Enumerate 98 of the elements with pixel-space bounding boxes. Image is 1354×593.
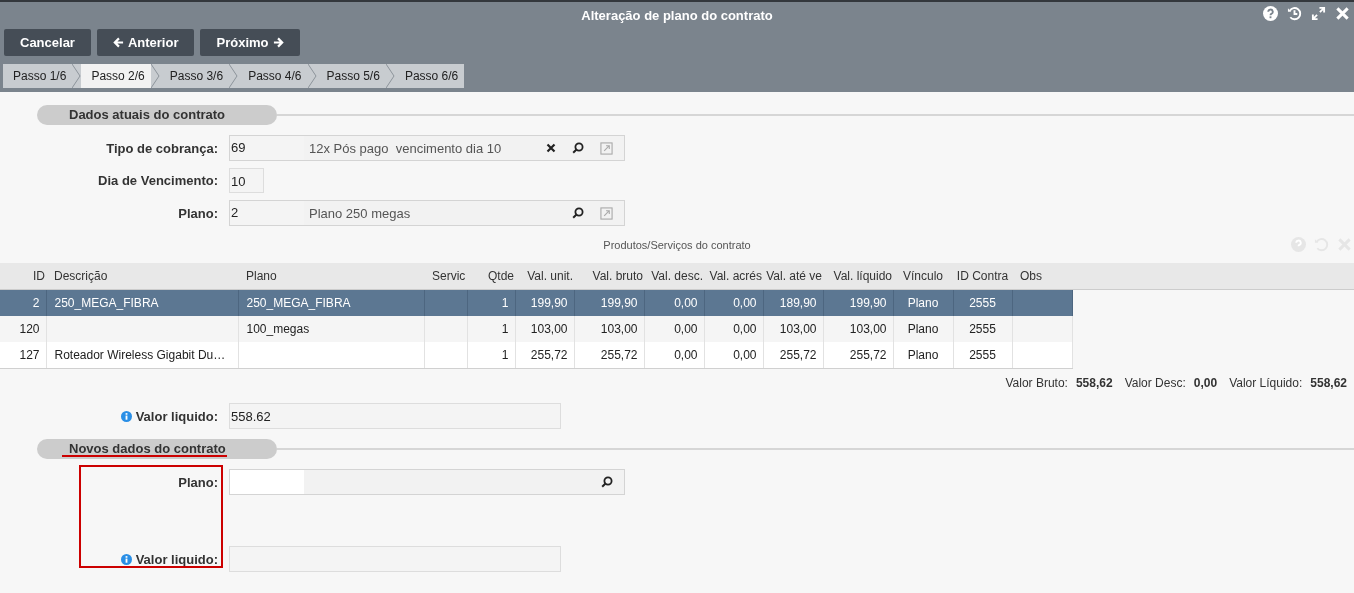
arrow-right-icon — [272, 37, 284, 48]
table-cell: 250_MEGA_FIBRA — [54, 296, 159, 310]
input-field[interactable] — [229, 546, 561, 572]
external-link-icon[interactable] — [600, 206, 613, 220]
table-cell: 1 — [501, 348, 509, 362]
table-cell: 189,90 — [779, 296, 817, 310]
field-label: Tipo de cobrança: — [106, 140, 218, 156]
toolbar-button[interactable]: Próximo — [200, 29, 300, 56]
table-cell: 0,00 — [674, 296, 698, 310]
table-row[interactable]: 120 100_megas 1 103,00 103,00 0,00 0,00 103,00 103,00 Plano 2555 — [0, 316, 1072, 342]
step-tab[interactable]: Passo 4/6 — [238, 64, 308, 88]
expand-icon[interactable] — [1311, 6, 1326, 21]
table-cell: 255,72 — [530, 348, 568, 362]
total-label: Valor Bruto: — [1005, 376, 1068, 392]
lookup-field[interactable]: 2 Plano 250 megas — [229, 200, 625, 226]
table-cell: 2555 — [969, 322, 996, 336]
table-cell: 255,72 — [600, 348, 638, 362]
step-tab[interactable]: Passo 6/6 — [394, 64, 465, 88]
table-cell: 250_MEGA_FIBRA — [246, 296, 351, 310]
table-cell: 103,00 — [530, 322, 568, 336]
table-cell: 0,00 — [733, 322, 757, 336]
arrow-left-icon — [112, 37, 124, 48]
table-cell: 255,72 — [849, 348, 887, 362]
column-header[interactable]: ID Contra — [953, 263, 1012, 290]
table-cell: 0,00 — [733, 348, 757, 362]
step-tab[interactable]: Passo 5/6 — [316, 64, 386, 88]
step-tab[interactable]: Passo 3/6 — [159, 64, 230, 88]
table-cell: 2555 — [969, 348, 996, 362]
external-link-icon[interactable] — [600, 141, 613, 155]
clear-icon[interactable] — [546, 143, 556, 153]
table-cell: 0,00 — [733, 296, 757, 310]
total-value: 558,62 — [1310, 376, 1347, 392]
total-label: Valor Desc: — [1124, 376, 1186, 392]
column-header[interactable]: ID — [0, 263, 46, 290]
search-icon[interactable] — [601, 476, 613, 488]
field-label: Plano: — [178, 474, 218, 490]
table-cell: 2555 — [969, 296, 996, 310]
total-value: 0,00 — [1193, 376, 1218, 392]
chevron-icon — [150, 64, 160, 88]
field-label: Dia de Vencimento: — [98, 173, 218, 188]
table-cell: 0,00 — [674, 348, 698, 362]
code-input[interactable] — [230, 470, 304, 494]
column-header[interactable]: Val. acrés — [704, 263, 763, 290]
table-cell: 199,90 — [600, 296, 638, 310]
description-text: Plano 250 megas — [308, 205, 412, 221]
table-cell: 103,00 — [779, 322, 817, 336]
table-cell: 1 — [501, 322, 509, 336]
field-label: Plano: — [178, 205, 218, 221]
table-cell: 1 — [501, 296, 509, 310]
table-cell: 0,00 — [674, 322, 698, 336]
search-icon[interactable] — [572, 142, 584, 154]
help-icon[interactable] — [1263, 6, 1278, 21]
column-header[interactable]: Plano — [238, 263, 424, 290]
window-title: Alteração de plano do contrato — [581, 8, 773, 23]
column-header[interactable]: Servic — [424, 263, 467, 290]
column-header[interactable]: Val. desc. — [644, 263, 704, 290]
table-cell: 127 — [19, 348, 40, 362]
column-header[interactable]: Obs — [1012, 263, 1072, 290]
column-header[interactable]: Val. até ve — [763, 263, 823, 290]
table-cell: 120 — [19, 322, 40, 336]
table-cell: Plano — [907, 322, 939, 336]
section-title: Novos dados do contrato — [37, 439, 277, 459]
field-label: Valor liquido: — [135, 408, 218, 424]
table-cell: 2 — [32, 296, 40, 310]
step-tab[interactable]: Passo 1/6 — [3, 64, 73, 88]
table-cell: 199,90 — [849, 296, 887, 310]
lookup-field[interactable] — [229, 469, 625, 495]
chevron-icon — [72, 64, 82, 88]
input-field[interactable]: 558.62 — [229, 403, 561, 429]
total-label: Valor Líquido: — [1229, 376, 1303, 392]
field-label: Valor liquido: — [135, 551, 218, 567]
table-cell: 100_megas — [246, 322, 310, 336]
total-value: 558,62 — [1075, 376, 1113, 392]
column-header[interactable]: Val. bruto — [574, 263, 644, 290]
input-field[interactable]: 10 — [229, 168, 264, 193]
table-row[interactable]: 2 250_MEGA_FIBRA 250_MEGA_FIBRA 1 199,90 199,90 0,00 0,00 189,90 199,90 Plano 2555 — [0, 289, 1072, 316]
column-header[interactable]: Qtde — [467, 263, 515, 290]
table-cell: 255,72 — [779, 348, 817, 362]
table-title: Produtos/Serviços do contrato — [603, 239, 751, 251]
lookup-field[interactable]: 69 12x Pós pago vencimento dia 10 — [229, 135, 625, 161]
search-icon[interactable] — [572, 207, 584, 219]
toolbar-button[interactable]: Anterior — [96, 29, 195, 56]
table-cell: 199,90 — [530, 296, 568, 310]
table-cell: Roteador Wireless Gigabit Du… — [54, 348, 226, 362]
table-cell: Plano — [907, 296, 939, 310]
column-header[interactable]: Val. unit. — [515, 263, 574, 290]
step-tab[interactable]: Passo 2/6 — [81, 64, 151, 88]
column-header[interactable]: Val. líquido — [823, 263, 893, 290]
toolbar-button[interactable]: Cancelar — [4, 29, 91, 56]
table-cell: 103,00 — [600, 322, 638, 336]
table-cell: 103,00 — [849, 322, 887, 336]
column-header[interactable]: Vínculo — [893, 263, 953, 290]
section-title: Dados atuais do contrato — [37, 105, 277, 125]
table-cell: Plano — [907, 348, 939, 362]
column-header[interactable]: Descrição — [46, 263, 238, 290]
description-text: 12x Pós pago vencimento dia 10 — [308, 140, 503, 156]
chevron-icon — [229, 64, 239, 88]
table-row[interactable]: 127 Roteador Wireless Gigabit Du… 1 255,72 255,72 0,00 0,00 255,72 255,72 Plano 2555 — [0, 342, 1072, 369]
